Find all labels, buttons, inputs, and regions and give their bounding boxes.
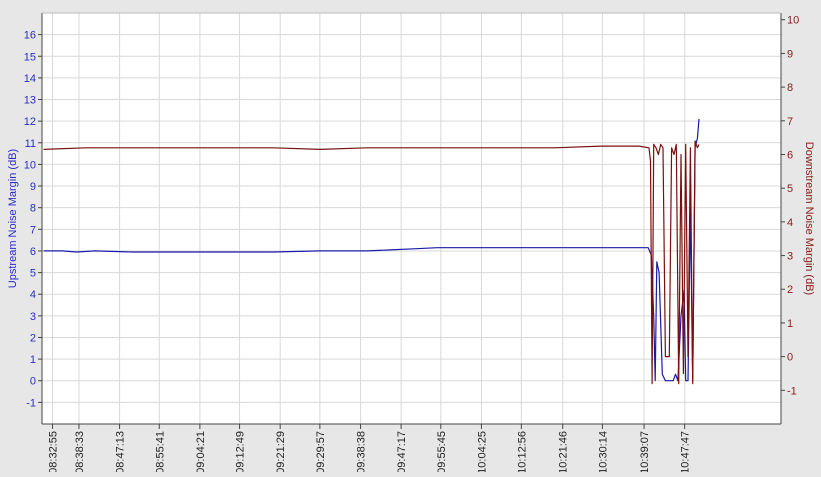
right-axis-ticks: -1 0 1 2 3 4 5 6 7 8 9 10 xyxy=(781,15,799,397)
left-tick-label: 3 xyxy=(30,311,36,323)
left-tick-label: 2 xyxy=(30,332,36,344)
left-tick-label: 12 xyxy=(24,116,36,128)
x-tick-label: 10:30:14 xyxy=(597,431,609,472)
right-tick-label: 4 xyxy=(787,217,793,229)
x-axis-ticks: 08:32:55 08:38:33 08:47:13 08:55:41 09:04:21… xyxy=(48,424,692,474)
noise-margin-chart: -1 0 1 2 3 4 5 6 7 8 9 10 11 12 13 14 15 16 -1 0 1 2 3 4 5 6 7 8 9 1… xyxy=(0,0,821,474)
x-tick-label: 08:38:33 xyxy=(74,431,86,472)
left-tick-label: 0 xyxy=(30,376,36,388)
left-tick-label: 9 xyxy=(30,181,36,193)
y2-axis-label: Downstream Noise Margin (dB) xyxy=(803,142,815,295)
right-tick-label: 2 xyxy=(787,284,793,296)
chart-svg: -1012345678910111213141516 -101234567891… xyxy=(7,12,815,474)
left-tick-label: -1 xyxy=(26,397,36,409)
right-tick-label: 9 xyxy=(787,48,793,60)
x-tick-label: 08:55:41 xyxy=(154,431,166,472)
right-tick-label: 6 xyxy=(787,149,793,161)
x-tick-label: 09:12:49 xyxy=(235,431,247,472)
x-tick-label: 10:04:25 xyxy=(476,431,488,472)
x-tick-label: 09:55:45 xyxy=(436,431,448,472)
left-tick-label: 6 xyxy=(30,246,36,258)
left-tick-label: 5 xyxy=(30,268,36,280)
x-tick-label: 09:21:29 xyxy=(275,431,287,472)
left-tick-label: 10 xyxy=(24,159,36,171)
x-tick-label: 09:04:21 xyxy=(195,431,207,472)
left-tick-label: 13 xyxy=(24,95,36,107)
x-tick-label: 10:39:07 xyxy=(639,431,651,472)
left-tick-label: 16 xyxy=(24,30,36,42)
x-tick-label: 09:38:38 xyxy=(356,431,368,472)
x-tick-label: 10:12:56 xyxy=(516,431,528,472)
right-tick-label: 8 xyxy=(787,82,793,94)
right-tick-label: 1 xyxy=(787,318,793,330)
left-tick-label: 11 xyxy=(25,138,36,150)
right-tick-label: 7 xyxy=(787,116,793,128)
x-tick-label: 10:47:47 xyxy=(680,431,692,472)
x-tick-label: 09:47:17 xyxy=(396,431,408,472)
left-axis-ticks: -1012345678910111213141516 xyxy=(24,30,42,409)
plot-area xyxy=(42,13,781,424)
y-axis-label: Upstream Noise Margin (dB) xyxy=(7,149,19,288)
left-tick-label: 15 xyxy=(24,51,36,63)
left-tick-label: 4 xyxy=(30,289,36,301)
right-tick-label: -1 xyxy=(787,385,797,397)
left-tick-label: 7 xyxy=(30,224,36,236)
left-tick-label: 8 xyxy=(30,203,36,215)
x-tick-label: 08:47:13 xyxy=(115,431,127,472)
right-tick-label: 10 xyxy=(787,15,799,27)
x-tick-label: 08:32:55 xyxy=(48,431,60,472)
right-tick-label: 3 xyxy=(787,251,793,263)
right-tick-label: 5 xyxy=(787,183,793,195)
left-tick-label: 14 xyxy=(24,73,36,85)
left-tick-label: 1 xyxy=(30,354,36,366)
right-tick-label: 0 xyxy=(787,352,793,364)
x-tick-label: 09:29:57 xyxy=(315,431,327,472)
x-tick-label: 10:21:46 xyxy=(558,431,570,472)
